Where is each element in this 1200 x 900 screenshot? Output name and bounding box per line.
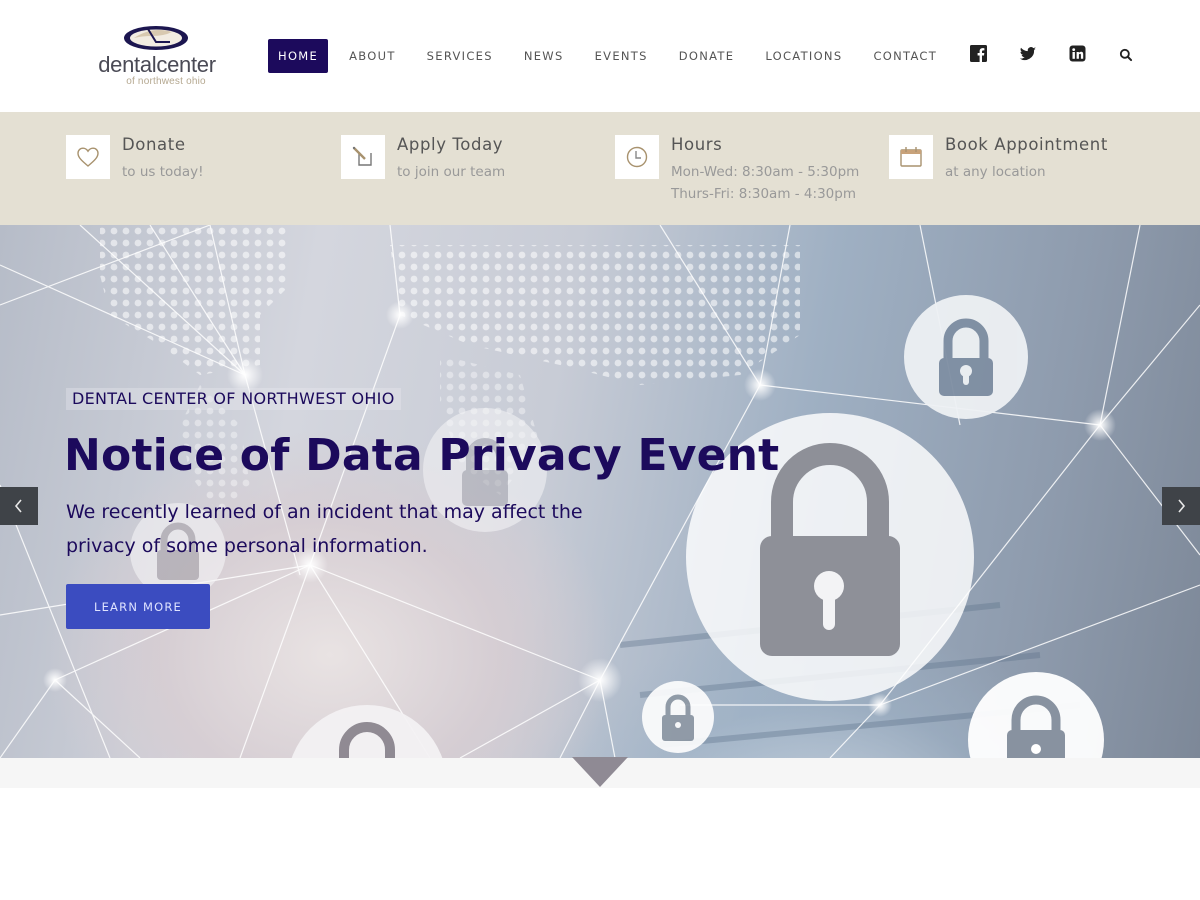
logo-subtext: of northwest ohio	[126, 76, 206, 87]
info-title: Book Appointment	[945, 135, 1108, 154]
lock-icon	[968, 672, 1104, 758]
hours-line: Mon-Wed: 8:30am - 5:30pm	[671, 164, 860, 180]
info-title: Apply Today	[397, 135, 504, 154]
logo-text: dentalcenter	[98, 52, 216, 77]
info-subtitle: to us today!	[122, 164, 204, 180]
hero-title: Notice of Data Privacy Event	[64, 430, 780, 481]
heart-icon	[66, 135, 110, 179]
lock-icon	[291, 705, 443, 758]
nav-home[interactable]: HOME	[268, 39, 329, 73]
clock-icon	[615, 135, 659, 179]
chevron-right-icon	[1178, 499, 1186, 513]
hero-background-image	[0, 225, 1200, 758]
lock-icon	[642, 681, 714, 753]
info-subtitle: Mon-Wed: 8:30am - 5:30pm Thurs-Fri: 8:30…	[671, 161, 859, 205]
search-icon[interactable]	[1119, 48, 1137, 66]
nav-locations[interactable]: LOCATIONS	[755, 39, 852, 73]
twitter-icon[interactable]	[1019, 45, 1037, 63]
slider-prev-button[interactable]	[0, 487, 38, 525]
chevron-left-icon	[14, 499, 22, 513]
nav-donate[interactable]: DONATE	[669, 39, 745, 73]
info-bar: Donate to us today! Apply Today to join …	[0, 112, 1200, 225]
main-nav: HOME ABOUT SERVICES NEWS EVENTS DONATE L…	[268, 39, 958, 73]
info-subtitle: to join our team	[397, 164, 506, 180]
divider-notch	[572, 757, 628, 787]
hero-description: We recently learned of an incident that …	[66, 501, 583, 557]
site-header: dentalcenter of northwest ohio HOME ABOU…	[0, 0, 1200, 112]
nav-about[interactable]: ABOUT	[339, 39, 406, 73]
nav-contact[interactable]: CONTACT	[863, 39, 947, 73]
slider-next-button[interactable]	[1162, 487, 1200, 525]
calendar-icon	[889, 135, 933, 179]
logo[interactable]: dentalcenter of northwest ohio	[86, 22, 228, 90]
lock-icon	[904, 295, 1028, 419]
info-title: Donate	[122, 135, 186, 154]
logo-mark-icon	[124, 26, 188, 50]
hero-slider: DENTAL CENTER OF NORTHWEST OHIO Notice o…	[0, 225, 1200, 758]
info-subtitle: at any location	[945, 164, 1046, 180]
edit-icon	[341, 135, 385, 179]
hours-line: Thurs-Fri: 8:30am - 4:30pm	[671, 186, 856, 202]
info-title: Hours	[671, 135, 723, 154]
facebook-icon[interactable]	[970, 45, 988, 63]
nav-events[interactable]: EVENTS	[585, 39, 658, 73]
nav-services[interactable]: SERVICES	[417, 39, 503, 73]
linkedin-icon[interactable]	[1069, 45, 1087, 63]
learn-more-button[interactable]: LEARN MORE	[66, 584, 210, 629]
nav-news[interactable]: NEWS	[514, 39, 574, 73]
hero-overline: DENTAL CENTER OF NORTHWEST OHIO	[66, 388, 401, 410]
